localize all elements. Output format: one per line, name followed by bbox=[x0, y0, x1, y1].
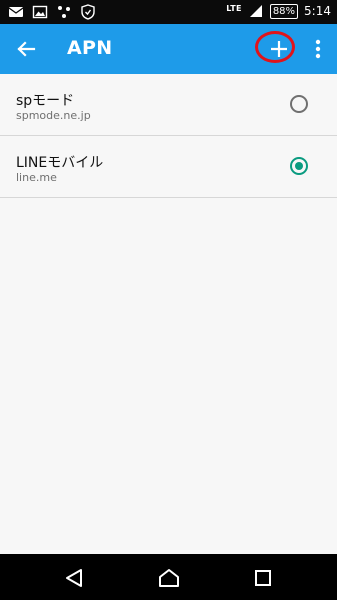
navigation-bar bbox=[0, 554, 337, 600]
shield-icon bbox=[81, 4, 95, 20]
nav-recent-icon[interactable] bbox=[251, 567, 275, 589]
apn-radio-selected[interactable] bbox=[290, 157, 308, 175]
apn-item-linemobile[interactable]: LINEモバイル line.me bbox=[0, 136, 337, 198]
plus-icon[interactable] bbox=[267, 37, 291, 61]
more-vertical-icon[interactable] bbox=[308, 37, 328, 61]
apn-name: LINEモバイル bbox=[16, 155, 104, 171]
nodes-icon bbox=[58, 6, 70, 18]
status-bar: LTE 88% 5:14 bbox=[0, 0, 337, 24]
apn-radio-unselected[interactable] bbox=[290, 95, 308, 113]
notification-icons bbox=[8, 4, 96, 20]
app-bar: APN bbox=[0, 24, 337, 74]
apn-item-spmode[interactable]: spモード spmode.ne.jp bbox=[0, 74, 337, 136]
mail-icon bbox=[8, 7, 24, 17]
apn-name: spモード bbox=[16, 93, 75, 109]
battery-indicator: 88% bbox=[269, 3, 299, 19]
apn-address: spmode.ne.jp bbox=[16, 109, 91, 122]
back-arrow-icon[interactable] bbox=[14, 37, 38, 61]
network-type: LTE bbox=[226, 3, 242, 13]
add-apn-button[interactable] bbox=[255, 31, 299, 67]
nav-back-icon[interactable] bbox=[62, 567, 86, 589]
nav-home-icon[interactable] bbox=[157, 567, 181, 589]
apn-list: spモード spmode.ne.jp LINEモバイル line.me bbox=[0, 74, 337, 198]
status-indicators: LTE 88% 5:14 bbox=[226, 3, 331, 19]
clock: 5:14 bbox=[304, 4, 331, 18]
apn-address: line.me bbox=[16, 171, 57, 184]
signal-icon bbox=[249, 5, 262, 17]
image-icon bbox=[32, 5, 48, 19]
page-title: APN bbox=[67, 37, 113, 59]
